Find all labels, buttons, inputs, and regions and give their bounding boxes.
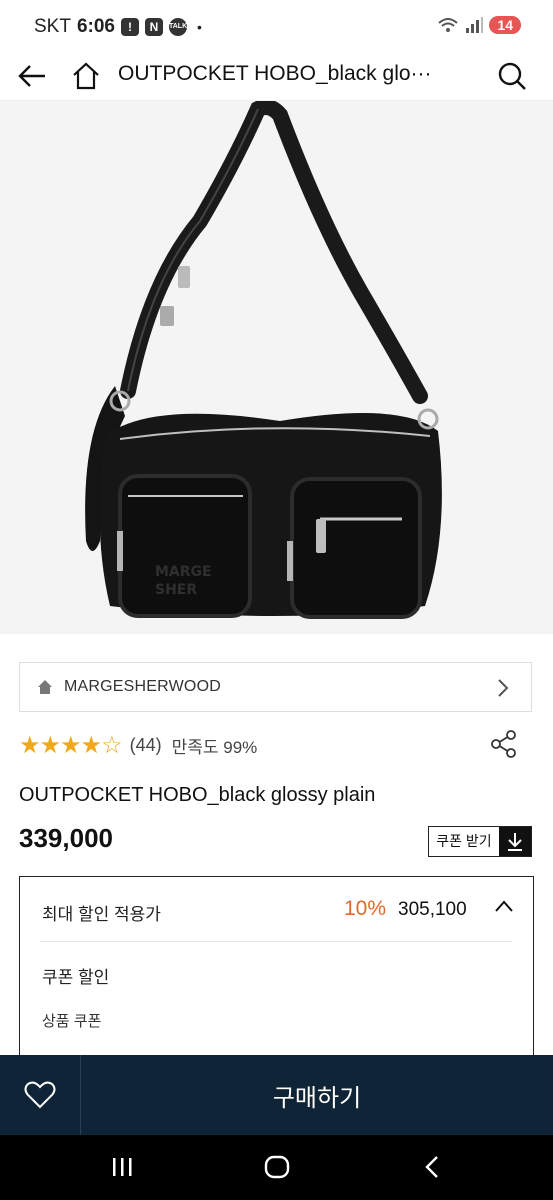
- signal-icon: [466, 17, 484, 33]
- home-small-icon: [38, 680, 52, 694]
- recent-apps-icon[interactable]: [110, 1155, 134, 1179]
- back-arrow-icon: [18, 65, 45, 87]
- max-discount-label: 최대 할인 적용가: [42, 905, 161, 924]
- share-button[interactable]: [490, 730, 518, 763]
- brand-name: MARGESHERWOOD: [64, 678, 221, 695]
- download-icon: [508, 832, 522, 851]
- svg-text:SHER: SHER: [155, 582, 197, 598]
- wishlist-button[interactable]: [0, 1055, 81, 1135]
- status-bar: SKT 6:06 ! N TALK • 14: [0, 0, 553, 52]
- coupon-label: 쿠폰 받기: [436, 833, 492, 849]
- talk-icon: TALK: [168, 18, 187, 36]
- top-app-bar: OUTPOCKET HOBO_black glo···: [0, 52, 553, 101]
- home-button[interactable]: [70, 60, 102, 92]
- rating-stars: ★★★★☆: [19, 732, 123, 759]
- purchase-bar: 구매하기: [0, 1055, 553, 1135]
- coupon-download-button[interactable]: 쿠폰 받기: [428, 826, 532, 857]
- search-icon: [498, 62, 526, 90]
- product-price: 339,000: [19, 823, 113, 853]
- divider: [40, 941, 512, 942]
- clock: 6:06: [76, 16, 115, 37]
- discount-percent: 10%: [344, 897, 387, 920]
- product-coupon-label: 상품 쿠폰: [42, 1013, 102, 1030]
- download-icon-box: [499, 827, 531, 856]
- home-icon: [73, 62, 99, 90]
- product-image[interactable]: MARGE SHER: [0, 101, 553, 634]
- satisfaction-rate: 만족도 99%: [171, 738, 258, 757]
- coupon-discount-label: 쿠폰 할인: [42, 968, 110, 987]
- discounted-price: 305,100: [398, 899, 467, 920]
- back-button[interactable]: [16, 60, 48, 92]
- heart-icon: [24, 1081, 56, 1109]
- brand-link[interactable]: MARGESHERWOOD: [19, 662, 532, 712]
- review-count: (44): [129, 735, 162, 755]
- battery-indicator: 14: [489, 16, 521, 34]
- chevron-up-icon[interactable]: [494, 899, 514, 913]
- n-icon: N: [144, 18, 163, 36]
- system-nav-bar: [0, 1135, 553, 1200]
- carrier-label: SKT: [34, 16, 71, 37]
- more-notifications-dot: •: [196, 19, 202, 35]
- share-icon: [491, 730, 516, 758]
- discount-panel: 최대 할인 적용가 10% 305,100 쿠폰 할인 상품 쿠폰: [19, 876, 534, 1076]
- page-title: OUTPOCKET HOBO_black glo···: [118, 62, 432, 85]
- buy-button[interactable]: 구매하기: [81, 1055, 553, 1135]
- alert-icon: !: [120, 18, 139, 36]
- hobo-bag-image: MARGE SHER: [0, 101, 553, 634]
- search-button[interactable]: [496, 60, 528, 92]
- wifi-icon: [438, 18, 459, 32]
- home-nav-icon[interactable]: [264, 1155, 290, 1179]
- back-nav-icon[interactable]: [424, 1155, 440, 1179]
- chevron-right-icon: [498, 679, 509, 697]
- svg-text:MARGE: MARGE: [155, 564, 212, 580]
- product-name: OUTPOCKET HOBO_black glossy plain: [19, 784, 376, 806]
- rating-row[interactable]: ★★★★☆ (44) 만족도 99%: [19, 731, 257, 760]
